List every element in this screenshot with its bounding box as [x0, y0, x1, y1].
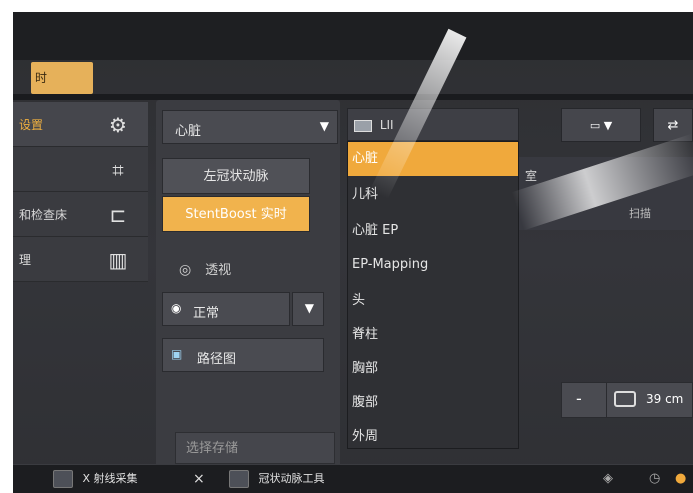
close-button[interactable]: ×: [193, 469, 205, 489]
taskbar-tab-xray[interactable]: X 射线采集: [53, 469, 138, 489]
dropdown-item[interactable]: EP-Mapping: [348, 248, 518, 282]
roadmap-icon: ▣: [171, 347, 183, 361]
roadmap-label: 路径图: [197, 352, 237, 367]
protocol-select-value: 心脏: [175, 124, 202, 139]
monitor-icon: [229, 470, 249, 488]
eye-icon: ◎: [179, 262, 192, 278]
table-height-icon: ▭ ▼: [589, 119, 613, 132]
view-row: ◎ 透视: [179, 259, 231, 278]
nav-item-label: 理: [19, 253, 32, 267]
divider: [606, 383, 607, 417]
stentboost-button[interactable]: StentBoost 实时: [162, 196, 310, 232]
monitor-icon: [354, 119, 372, 132]
lca-button[interactable]: 左冠状动脉: [162, 158, 310, 194]
field-size-value: 39 cm: [646, 392, 684, 406]
table-icon: ⊏: [109, 203, 127, 227]
top-tab[interactable]: 时: [31, 62, 93, 94]
roadmap-button[interactable]: 路径图 ▣: [162, 338, 324, 372]
dropdown-item[interactable]: 脊柱: [348, 318, 518, 352]
protocol-select[interactable]: 心脏 ▼: [162, 110, 338, 144]
screen: 时 设置 ⚙ ⌗ 和检查床 ⊏ 理 ▥ 心脏 ▼ 左冠状动脉 StentBoos…: [13, 12, 693, 493]
timer-icon[interactable]: ◷: [649, 469, 660, 489]
chevron-down-icon: ▼: [304, 301, 314, 315]
dropdown-item[interactable]: 心脏 EP: [348, 214, 518, 248]
nav-item-settings[interactable]: 设置 ⚙: [13, 102, 148, 147]
status-icon: ●: [675, 471, 687, 486]
taskbar-tab-label: 冠状动脉工具: [258, 472, 325, 485]
store-button[interactable]: 选择存储: [175, 432, 335, 464]
acquisition-panel: 心脏 ▼ 左冠状动脉 StentBoost 实时 正常 ◉ ▼ 路径图 ▣: [156, 100, 340, 472]
field-size-control[interactable]: - 39 cm: [561, 382, 693, 418]
left-nav: 设置 ⚙ ⌗ 和检查床 ⊏ 理 ▥: [13, 102, 148, 294]
dropdown-item[interactable]: 外周: [348, 420, 518, 454]
taskbar-tab-coronary[interactable]: 冠状动脉工具: [229, 469, 325, 489]
field-size-icon: [614, 391, 636, 407]
xray-icon: [53, 470, 73, 488]
mode-select-toggle[interactable]: ▼: [292, 292, 324, 326]
view-label: 透视: [205, 263, 232, 278]
dropdown-item[interactable]: 胸部: [348, 352, 518, 386]
top-strip: [13, 12, 693, 60]
eye-icon: ◉: [171, 301, 182, 315]
nav-item-table[interactable]: 和检查床 ⊏: [13, 192, 148, 237]
taskbar: X 射线采集 × 冠状动脉工具 ◈ ◷ ●: [13, 464, 693, 493]
nav-item-label: 设置: [19, 118, 44, 132]
dropdown-item[interactable]: 头: [348, 284, 518, 318]
mode-select[interactable]: 正常 ◉: [162, 292, 290, 326]
nav-item-label: 和检查床: [19, 208, 68, 222]
tool-icon: ⇄: [667, 118, 679, 133]
eye-icon[interactable]: ◈: [603, 469, 613, 489]
right-row-text2: 扫描: [629, 207, 651, 220]
crop-icon: ⌗: [112, 158, 124, 182]
dropdown-item[interactable]: 心脏: [348, 142, 518, 176]
chevron-down-icon: ▼: [319, 119, 329, 133]
right-select[interactable]: ▭ ▼: [561, 108, 641, 142]
nav-item-processing[interactable]: 理 ▥: [13, 237, 148, 282]
photo-frame: 时 设置 ⚙ ⌗ 和检查床 ⊏ 理 ▥ 心脏 ▼ 左冠状动脉 StentBoos…: [13, 12, 693, 493]
taskbar-tab-label: X 射线采集: [82, 472, 138, 485]
top-bar: [13, 94, 693, 100]
right-row-text: 室: [525, 169, 538, 183]
sliders-icon: ▥: [108, 248, 128, 272]
dropdown-item[interactable]: 腹部: [348, 386, 518, 420]
minus-button[interactable]: -: [576, 389, 582, 408]
nav-item-crop[interactable]: ⌗: [13, 147, 148, 192]
settings-icon: ⚙: [109, 113, 127, 137]
mode-select-value: 正常: [193, 306, 220, 321]
dropdown-header-label: LII: [379, 118, 394, 132]
dropdown-header[interactable]: LII: [347, 108, 519, 141]
